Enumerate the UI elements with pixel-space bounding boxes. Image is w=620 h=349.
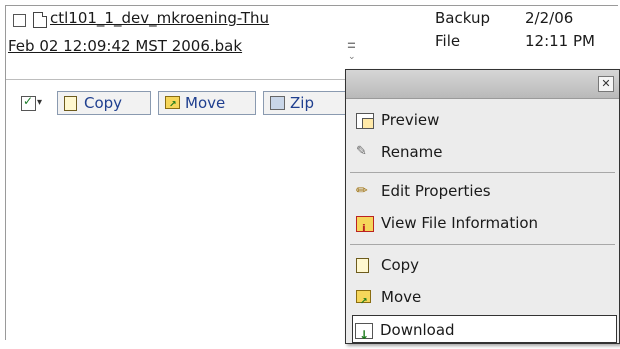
copy-icon bbox=[356, 258, 369, 273]
rename-icon: ✎ bbox=[356, 144, 367, 159]
move-button[interactable]: Move bbox=[158, 91, 256, 116]
select-all-checkbox[interactable] bbox=[21, 94, 36, 111]
divider bbox=[6, 79, 346, 80]
file-time: 12:11 PM bbox=[525, 32, 595, 50]
file-type-line1: Backup bbox=[435, 9, 490, 27]
copy-button[interactable]: Copy bbox=[57, 91, 151, 115]
move-folder-icon bbox=[356, 288, 371, 316]
menu-item-label: Download bbox=[380, 321, 455, 339]
file-actions-dropdown-icon[interactable]: ▔ ▔ ⌄ bbox=[348, 45, 358, 62]
copy-button-label: Copy bbox=[84, 94, 123, 112]
zip-button[interactable]: Zip bbox=[263, 91, 347, 115]
copy-icon bbox=[64, 96, 77, 111]
menu-item-label: Edit Properties bbox=[381, 182, 491, 200]
close-icon[interactable]: ✕ bbox=[598, 76, 614, 92]
menu-item-label: Copy bbox=[381, 256, 420, 274]
file-icon bbox=[33, 12, 47, 28]
menu-item-view-file-information[interactable]: View File Information bbox=[354, 209, 615, 243]
menu-item-label: Preview bbox=[381, 111, 440, 129]
info-icon bbox=[356, 215, 374, 243]
pencil-icon: ✏ bbox=[356, 183, 368, 199]
preview-icon bbox=[356, 113, 374, 129]
menu-item-rename[interactable]: ✎ Rename bbox=[354, 138, 615, 166]
menu-separator bbox=[350, 244, 615, 245]
file-context-menu: ✕ Preview ✎ Rename ✏ Edit Properties Vie… bbox=[345, 69, 620, 349]
menu-item-copy[interactable]: Copy bbox=[354, 251, 615, 279]
move-button-label: Move bbox=[185, 94, 226, 112]
menu-title-bar bbox=[346, 70, 619, 99]
move-folder-icon bbox=[165, 94, 180, 116]
file-date: 2/2/06 bbox=[525, 9, 574, 27]
menu-item-move[interactable]: Move bbox=[354, 283, 615, 316]
zip-icon bbox=[270, 96, 285, 110]
menu-item-edit-properties[interactable]: ✏ Edit Properties bbox=[354, 177, 615, 205]
file-name-link-line2[interactable]: Feb 02 12:09:42 MST 2006.bak bbox=[8, 37, 242, 55]
file-type-line2: File bbox=[435, 32, 461, 50]
menu-item-label: View File Information bbox=[381, 214, 539, 232]
file-name-link-line1[interactable]: ctl101_1_dev_mkroening-Thu bbox=[50, 9, 269, 27]
menu-item-preview[interactable]: Preview bbox=[354, 106, 615, 134]
zip-button-label: Zip bbox=[290, 94, 314, 112]
menu-item-download[interactable]: Download bbox=[352, 315, 617, 349]
menu-item-label: Move bbox=[381, 288, 422, 306]
menu-separator bbox=[350, 172, 615, 173]
download-icon bbox=[355, 321, 373, 349]
menu-item-label: Rename bbox=[381, 143, 443, 161]
select-all-caret-icon[interactable]: ▾ bbox=[37, 97, 42, 108]
file-select-checkbox[interactable] bbox=[13, 14, 26, 27]
